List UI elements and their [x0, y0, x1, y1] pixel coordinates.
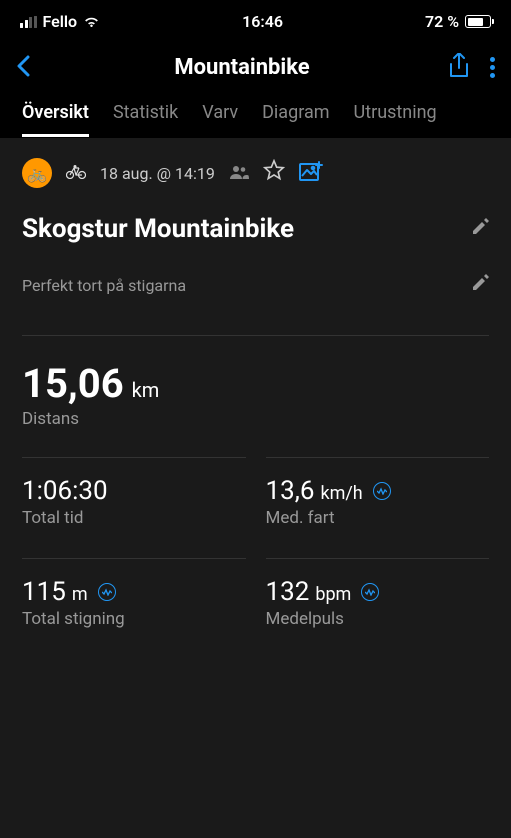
time-value: 1:06:30: [22, 476, 108, 506]
tab-stats[interactable]: Statistik: [113, 102, 178, 137]
speed-unit: km/h: [320, 483, 362, 504]
edit-title-button[interactable]: [471, 218, 489, 241]
hr-stat: 132 bpm Medelpuls: [266, 558, 490, 629]
battery-icon: [465, 15, 491, 28]
speed-info-icon[interactable]: [373, 482, 391, 500]
activity-title: Skogstur Mountainbike: [22, 214, 294, 244]
page-title: Mountainbike: [36, 55, 448, 80]
distance-value: 15,06: [22, 360, 124, 407]
distance-unit: km: [132, 378, 160, 402]
activity-meta: 🚲 18 aug. @ 14:19: [22, 158, 489, 188]
status-left: Fello: [20, 12, 100, 31]
status-time: 16:46: [242, 12, 283, 31]
time-stat: 1:06:30 Total tid: [22, 457, 246, 528]
signal-icon: [20, 16, 37, 28]
hr-value: 132: [266, 577, 310, 607]
speed-value: 13,6: [266, 476, 315, 506]
edit-note-button[interactable]: [471, 274, 489, 297]
divider: [22, 335, 489, 336]
wifi-icon: [83, 15, 100, 28]
more-menu-button[interactable]: [490, 57, 495, 78]
distance-stat: 15,06 km Distans: [22, 360, 489, 429]
share-button[interactable]: [448, 53, 470, 83]
tab-gear[interactable]: Utrustning: [354, 102, 437, 137]
activity-note: Perfekt tort på stigarna: [22, 276, 186, 295]
time-label: Total tid: [22, 508, 246, 528]
activity-type-icon: 🚲: [22, 158, 52, 188]
status-bar: Fello 16:46 72 %: [0, 0, 511, 39]
speed-stat: 13,6 km/h Med. fart: [266, 457, 490, 528]
elevation-unit: m: [72, 584, 88, 605]
status-right: 72 %: [425, 12, 491, 31]
speed-label: Med. fart: [266, 508, 490, 528]
favorite-button[interactable]: [263, 159, 285, 187]
hr-unit: bpm: [315, 584, 351, 605]
elevation-stat: 115 m Total stigning: [22, 558, 246, 629]
carrier-label: Fello: [43, 12, 78, 31]
add-photo-button[interactable]: [299, 160, 323, 187]
hr-info-icon[interactable]: [361, 583, 379, 601]
header: Mountainbike: [0, 39, 511, 102]
tabs: Översikt Statistik Varv Diagram Utrustni…: [0, 102, 511, 138]
elevation-label: Total stigning: [22, 609, 246, 629]
content: 🚲 18 aug. @ 14:19: [0, 138, 511, 838]
people-icon[interactable]: [229, 163, 249, 184]
elevation-info-icon[interactable]: [98, 583, 116, 601]
stats-grid: 1:06:30 Total tid 13,6 km/h Med. fart 11…: [22, 457, 489, 629]
tab-overview[interactable]: Översikt: [22, 102, 89, 137]
battery-label: 72 %: [425, 12, 459, 31]
tab-charts[interactable]: Diagram: [262, 102, 329, 137]
tab-laps[interactable]: Varv: [202, 102, 238, 137]
elevation-value: 115: [22, 577, 66, 607]
activity-date: 18 aug. @ 14:19: [100, 164, 215, 183]
distance-label: Distans: [22, 409, 489, 429]
bike-icon: [66, 163, 86, 184]
hr-label: Medelpuls: [266, 609, 490, 629]
